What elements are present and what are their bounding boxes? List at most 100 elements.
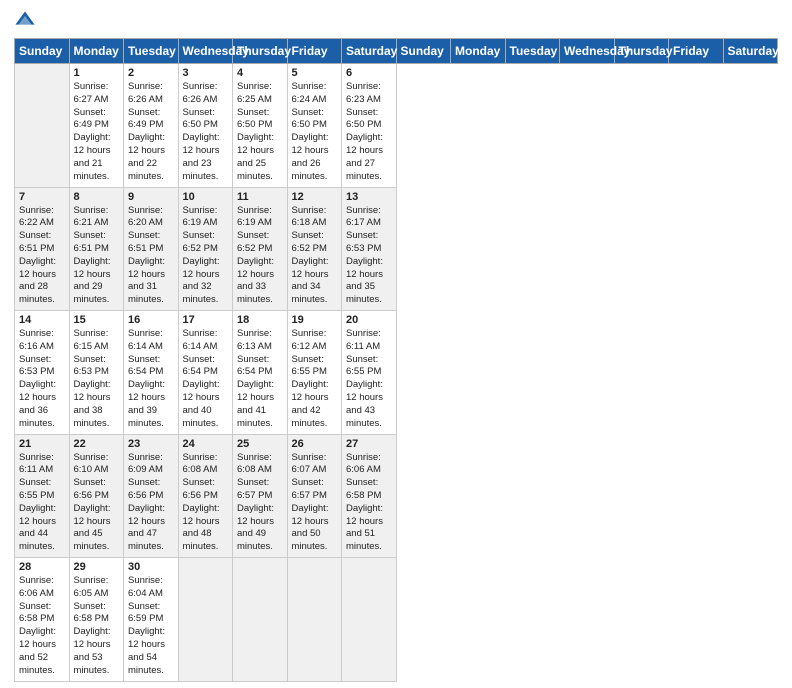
day-number: 30	[128, 561, 174, 573]
day-cell-5: 5 Sunrise: 6:24 AM Sunset: 6:50 PM Daylig…	[287, 64, 342, 188]
day-cell-27: 27Sunrise: 6:06 AM Sunset: 6:58 PM Dayli…	[342, 434, 397, 558]
day-cell-30: 30 Sunrise: 6:04 AM Sunset: 6:59 PM Dayli…	[124, 558, 179, 682]
logo	[14, 10, 40, 32]
day-cell-6: 6 Sunrise: 6:23 AM Sunset: 6:50 PM Daylig…	[342, 64, 397, 188]
day-cell-1: 1 Sunrise: 6:27 AM Sunset: 6:49 PM Daylig…	[69, 64, 124, 188]
day-cell-19: 19Sunrise: 6:12 AM Sunset: 6:55 PM Dayli…	[287, 311, 342, 435]
day-info: Sunrise: 6:19 AM Sunset: 6:52 PM Dayligh…	[237, 205, 283, 308]
day-cell-22: 22 Sunrise: 6:10 AM Sunset: 6:56 PM Dayli…	[69, 434, 124, 558]
day-number: 24	[183, 438, 229, 450]
day-number: 4	[237, 67, 283, 79]
calendar-table: SundayMondayTuesdayWednesdayThursdayFrid…	[14, 38, 778, 682]
day-info: Sunrise: 6:27 AM Sunset: 6:49 PM Dayligh…	[74, 81, 120, 184]
day-cell-23: 23 Sunrise: 6:09 AM Sunset: 6:56 PM Dayli…	[124, 434, 179, 558]
week-row-3: 14 Sunrise: 6:16 AM Sunset: 6:53 PM Dayli…	[15, 311, 778, 435]
logo-icon	[14, 10, 36, 32]
day-info: Sunrise: 6:15 AM Sunset: 6:53 PM Dayligh…	[74, 328, 120, 431]
day-number: 5	[292, 67, 338, 79]
day-info: Sunrise: 6:22 AM Sunset: 6:51 PM Dayligh…	[19, 205, 65, 308]
col-header-monday: Monday	[69, 39, 124, 64]
day-info: Sunrise: 6:08 AM Sunset: 6:56 PM Dayligh…	[183, 452, 229, 555]
day-cell-25: 25Sunrise: 6:08 AM Sunset: 6:57 PM Dayli…	[233, 434, 288, 558]
main-container: SundayMondayTuesdayWednesdayThursdayFrid…	[0, 0, 792, 688]
col-monday: Monday	[451, 39, 506, 64]
day-info: Sunrise: 6:13 AM Sunset: 6:54 PM Dayligh…	[237, 328, 283, 431]
day-info: Sunrise: 6:06 AM Sunset: 6:58 PM Dayligh…	[346, 452, 392, 555]
day-info: Sunrise: 6:16 AM Sunset: 6:53 PM Dayligh…	[19, 328, 65, 431]
day-info: Sunrise: 6:23 AM Sunset: 6:50 PM Dayligh…	[346, 81, 392, 184]
day-number: 16	[128, 314, 174, 326]
day-cell-8: 8Sunrise: 6:21 AM Sunset: 6:51 PM Daylig…	[69, 187, 124, 311]
day-number: 26	[292, 438, 338, 450]
day-info: Sunrise: 6:10 AM Sunset: 6:56 PM Dayligh…	[74, 452, 120, 555]
day-info: Sunrise: 6:06 AM Sunset: 6:58 PM Dayligh…	[19, 575, 65, 678]
day-info: Sunrise: 6:07 AM Sunset: 6:57 PM Dayligh…	[292, 452, 338, 555]
day-number: 11	[237, 191, 283, 203]
day-cell-14: 14 Sunrise: 6:16 AM Sunset: 6:53 PM Dayli…	[15, 311, 70, 435]
day-info: Sunrise: 6:11 AM Sunset: 6:55 PM Dayligh…	[346, 328, 392, 431]
day-number: 14	[19, 314, 65, 326]
col-sunday: Sunday	[396, 39, 451, 64]
day-info: Sunrise: 6:14 AM Sunset: 6:54 PM Dayligh…	[128, 328, 174, 431]
day-info: Sunrise: 6:17 AM Sunset: 6:53 PM Dayligh…	[346, 205, 392, 308]
day-info: Sunrise: 6:25 AM Sunset: 6:50 PM Dayligh…	[237, 81, 283, 184]
col-header-friday: Friday	[287, 39, 342, 64]
day-info: Sunrise: 6:09 AM Sunset: 6:56 PM Dayligh…	[128, 452, 174, 555]
col-friday: Friday	[669, 39, 724, 64]
day-number: 23	[128, 438, 174, 450]
week-row-2: 7 Sunrise: 6:22 AM Sunset: 6:51 PM Daylig…	[15, 187, 778, 311]
week-row-4: 21Sunrise: 6:11 AM Sunset: 6:55 PM Dayli…	[15, 434, 778, 558]
empty-cell	[233, 558, 288, 682]
day-info: Sunrise: 6:21 AM Sunset: 6:51 PM Dayligh…	[74, 205, 120, 308]
empty-cell	[342, 558, 397, 682]
day-info: Sunrise: 6:12 AM Sunset: 6:55 PM Dayligh…	[292, 328, 338, 431]
day-cell-26: 26 Sunrise: 6:07 AM Sunset: 6:57 PM Dayli…	[287, 434, 342, 558]
day-number: 10	[183, 191, 229, 203]
day-cell-20: 20Sunrise: 6:11 AM Sunset: 6:55 PM Dayli…	[342, 311, 397, 435]
day-number: 13	[346, 191, 392, 203]
col-header-thursday: Thursday	[233, 39, 288, 64]
day-cell-18: 18 Sunrise: 6:13 AM Sunset: 6:54 PM Dayli…	[233, 311, 288, 435]
day-cell-9: 9Sunrise: 6:20 AM Sunset: 6:51 PM Daylig…	[124, 187, 179, 311]
col-header-wednesday: Wednesday	[178, 39, 233, 64]
col-header-tuesday: Tuesday	[124, 39, 179, 64]
day-info: Sunrise: 6:05 AM Sunset: 6:58 PM Dayligh…	[74, 575, 120, 678]
day-number: 18	[237, 314, 283, 326]
day-number: 9	[128, 191, 174, 203]
day-cell-21: 21Sunrise: 6:11 AM Sunset: 6:55 PM Dayli…	[15, 434, 70, 558]
col-tuesday: Tuesday	[505, 39, 560, 64]
day-info: Sunrise: 6:19 AM Sunset: 6:52 PM Dayligh…	[183, 205, 229, 308]
day-number: 12	[292, 191, 338, 203]
day-cell-10: 10 Sunrise: 6:19 AM Sunset: 6:52 PM Dayli…	[178, 187, 233, 311]
day-info: Sunrise: 6:26 AM Sunset: 6:50 PM Dayligh…	[183, 81, 229, 184]
day-number: 7	[19, 191, 65, 203]
empty-cell	[15, 64, 70, 188]
header-row: SundayMondayTuesdayWednesdayThursdayFrid…	[15, 39, 778, 64]
col-header-sunday: Sunday	[15, 39, 70, 64]
empty-cell	[287, 558, 342, 682]
col-saturday: Saturday	[723, 39, 778, 64]
day-number: 21	[19, 438, 65, 450]
day-number: 6	[346, 67, 392, 79]
day-number: 17	[183, 314, 229, 326]
week-row-5: 28 Sunrise: 6:06 AM Sunset: 6:58 PM Dayli…	[15, 558, 778, 682]
col-wednesday: Wednesday	[560, 39, 615, 64]
day-cell-16: 16 Sunrise: 6:14 AM Sunset: 6:54 PM Dayli…	[124, 311, 179, 435]
day-info: Sunrise: 6:04 AM Sunset: 6:59 PM Dayligh…	[128, 575, 174, 678]
empty-cell	[178, 558, 233, 682]
day-cell-4: 4 Sunrise: 6:25 AM Sunset: 6:50 PM Daylig…	[233, 64, 288, 188]
day-number: 28	[19, 561, 65, 573]
day-cell-24: 24 Sunrise: 6:08 AM Sunset: 6:56 PM Dayli…	[178, 434, 233, 558]
day-cell-2: 2Sunrise: 6:26 AM Sunset: 6:49 PM Daylig…	[124, 64, 179, 188]
day-number: 1	[74, 67, 120, 79]
day-info: Sunrise: 6:24 AM Sunset: 6:50 PM Dayligh…	[292, 81, 338, 184]
day-cell-3: 3Sunrise: 6:26 AM Sunset: 6:50 PM Daylig…	[178, 64, 233, 188]
day-cell-11: 11 Sunrise: 6:19 AM Sunset: 6:52 PM Dayli…	[233, 187, 288, 311]
col-thursday: Thursday	[614, 39, 669, 64]
day-number: 29	[74, 561, 120, 573]
day-cell-13: 13 Sunrise: 6:17 AM Sunset: 6:53 PM Dayli…	[342, 187, 397, 311]
day-info: Sunrise: 6:14 AM Sunset: 6:54 PM Dayligh…	[183, 328, 229, 431]
day-number: 22	[74, 438, 120, 450]
day-info: Sunrise: 6:08 AM Sunset: 6:57 PM Dayligh…	[237, 452, 283, 555]
day-number: 2	[128, 67, 174, 79]
